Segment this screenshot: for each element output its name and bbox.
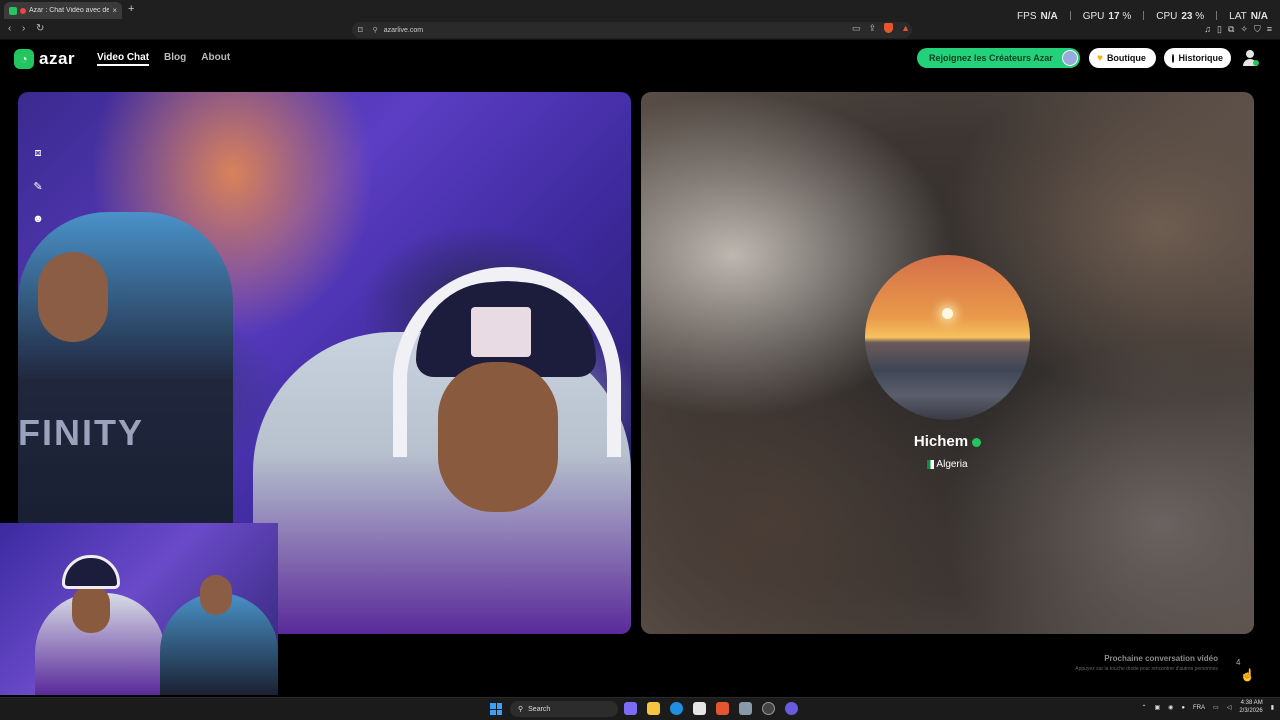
clock-time: 4:38 AM — [1240, 700, 1263, 706]
clock-date: 2/3/2026 — [1239, 707, 1263, 714]
azar-logo-icon: ◔ — [14, 49, 34, 69]
sun — [942, 308, 953, 319]
next-title: Prochaine conversation vidéo — [1104, 654, 1218, 663]
store-icon[interactable] — [693, 702, 706, 715]
new-tab-button[interactable]: + — [128, 3, 134, 15]
hand-cursor-icon: ☝ — [1240, 668, 1255, 682]
tabs-icon[interactable]: ⧉ — [1228, 24, 1234, 35]
volume-icon[interactable]: ◁ — [1227, 704, 1232, 711]
cast-icon[interactable]: ▭ — [852, 23, 861, 34]
windows-taskbar: ⚲ Search ⌃ ▣ ◉ ● FRA ▭ ◁ 4:38 AM 2/3/202… — [0, 697, 1280, 720]
pip-face-left — [72, 585, 110, 633]
verified-icon — [972, 437, 982, 447]
boutique-label: Boutique — [1106, 53, 1146, 63]
back-button[interactable]: ‹ — [8, 23, 11, 34]
azar-favicon-icon — [9, 6, 17, 15]
network-icon[interactable]: ▭ — [1213, 704, 1219, 711]
user-icon — [1246, 50, 1254, 58]
pip-face-right — [200, 575, 232, 615]
flip-camera-icon[interactable]: ⧈ — [30, 145, 46, 161]
recording-icon — [20, 7, 26, 14]
browser-toolbar: ‹ › ↻ ⌑ ⚲ azarlive.com ▭ ⇪ ▲ ♫ ▯ ⧉ ✧ ⛉ ≡ — [0, 20, 1280, 40]
person-right-face — [438, 362, 558, 512]
reload-button[interactable]: ↻ — [36, 23, 44, 34]
main-nav: Video Chat Blog About — [97, 52, 230, 66]
join-creators-label: Rejoignez les Créateurs Azar — [929, 53, 1053, 63]
remote-video: Hichem Algeria — [641, 92, 1254, 634]
hoodie-text: FINITY — [18, 412, 144, 453]
partner-country: Algeria — [936, 459, 968, 470]
historique-label: Historique — [1178, 53, 1223, 63]
heart-icon: ♥ — [1097, 52, 1103, 64]
extensions-area: ♫ ▯ ⧉ ✧ ⛉ ≡ — [1204, 24, 1272, 35]
brave-shield-icon[interactable] — [884, 23, 894, 33]
playlist-icon[interactable]: ♫ — [1204, 24, 1211, 35]
person-left-face — [38, 252, 108, 342]
search-placeholder: Search — [528, 705, 551, 713]
clock-icon — [1172, 53, 1175, 63]
partner-avatar — [865, 255, 1030, 420]
pip-cap — [62, 555, 120, 589]
tray-chevron-icon[interactable]: ⌃ — [1141, 704, 1146, 711]
online-status-dot — [1253, 60, 1259, 66]
copilot-icon[interactable] — [624, 702, 637, 715]
partner-country-row: Algeria — [641, 459, 1254, 470]
next-count[interactable]: 4 — [1236, 658, 1240, 667]
brand-name: azar — [39, 49, 76, 68]
vpn-icon[interactable]: ⛉ — [1254, 24, 1261, 35]
bookmark-icon[interactable]: ⌑ — [358, 25, 363, 36]
address-bar-actions: ▭ ⇪ ▲ — [852, 23, 910, 34]
magic-wand-icon[interactable]: ✎ — [30, 178, 46, 194]
boutique-button[interactable]: ♥ Boutique — [1089, 48, 1156, 68]
azar-logo[interactable]: ◔ azar — [14, 49, 75, 69]
notification-icon[interactable]: ▮ — [1271, 704, 1274, 711]
next-conversation: Prochaine conversation vidéo Appuyez sur… — [1075, 654, 1218, 672]
join-creators-button[interactable]: Rejoignez les Créateurs Azar — [917, 48, 1080, 68]
file-explorer-icon[interactable] — [647, 702, 660, 715]
app-icon[interactable] — [785, 702, 798, 715]
clock[interactable]: 4:38 AM 2/3/2026 — [1239, 700, 1262, 716]
nav-about[interactable]: About — [201, 52, 230, 66]
edge-icon[interactable] — [670, 702, 683, 715]
language-indicator[interactable]: FRA — [1193, 705, 1205, 711]
profile-button[interactable] — [1242, 50, 1259, 66]
nav-video-chat[interactable]: Video Chat — [97, 52, 150, 66]
url-text: azarlive.com — [383, 26, 424, 34]
taskbar-apps — [624, 702, 798, 715]
menu-icon[interactable]: ≡ — [1267, 24, 1272, 35]
windows-start-icon[interactable] — [490, 703, 502, 715]
system-tray: ⌃ ▣ ◉ ● FRA ▭ ◁ 4:38 AM 2/3/2026 ▮ — [1141, 700, 1274, 716]
brave-icon[interactable] — [716, 702, 729, 715]
settings-icon[interactable] — [739, 702, 752, 715]
share-icon[interactable]: ⇪ — [869, 23, 877, 34]
tab-title: Azar : Chat Vidéo avec de no — [29, 7, 110, 14]
sticker-icon[interactable]: ☻ — [30, 211, 46, 227]
tray-app2-icon[interactable]: ◉ — [1168, 704, 1173, 711]
obs-icon[interactable] — [762, 702, 775, 715]
browser-tab[interactable]: Azar : Chat Vidéo avec de no × — [4, 2, 122, 19]
next-hint: Appuyez sur la touche droite pour rencon… — [1075, 666, 1218, 672]
sidebar-icon[interactable]: ▯ — [1217, 24, 1222, 35]
site-info-icon[interactable]: ⚲ — [373, 26, 378, 34]
historique-button[interactable]: Historique — [1164, 48, 1231, 68]
address-bar[interactable]: ⌑ ⚲ azarlive.com — [352, 22, 912, 38]
creator-avatar — [1062, 50, 1078, 66]
algeria-flag-icon — [927, 459, 935, 469]
microphone-icon[interactable]: ● — [1181, 705, 1185, 711]
cap-patch — [471, 307, 531, 357]
tab-close-icon[interactable]: × — [112, 6, 117, 15]
search-icon: ⚲ — [518, 706, 524, 713]
video-tools: ⧈ ✎ ☻ — [30, 145, 46, 227]
taskbar-search[interactable]: ⚲ Search — [510, 701, 618, 717]
tray-app-icon[interactable]: ▣ — [1154, 704, 1160, 711]
forward-button[interactable]: › — [22, 23, 25, 34]
extensions-icon[interactable]: ✧ — [1240, 24, 1248, 35]
webcam-overlay — [0, 523, 278, 695]
partner-name-row: Hichem — [641, 433, 1254, 450]
nav-blog[interactable]: Blog — [164, 52, 186, 66]
rewards-icon[interactable]: ▲ — [901, 23, 910, 34]
partner-name: Hichem — [913, 433, 969, 450]
